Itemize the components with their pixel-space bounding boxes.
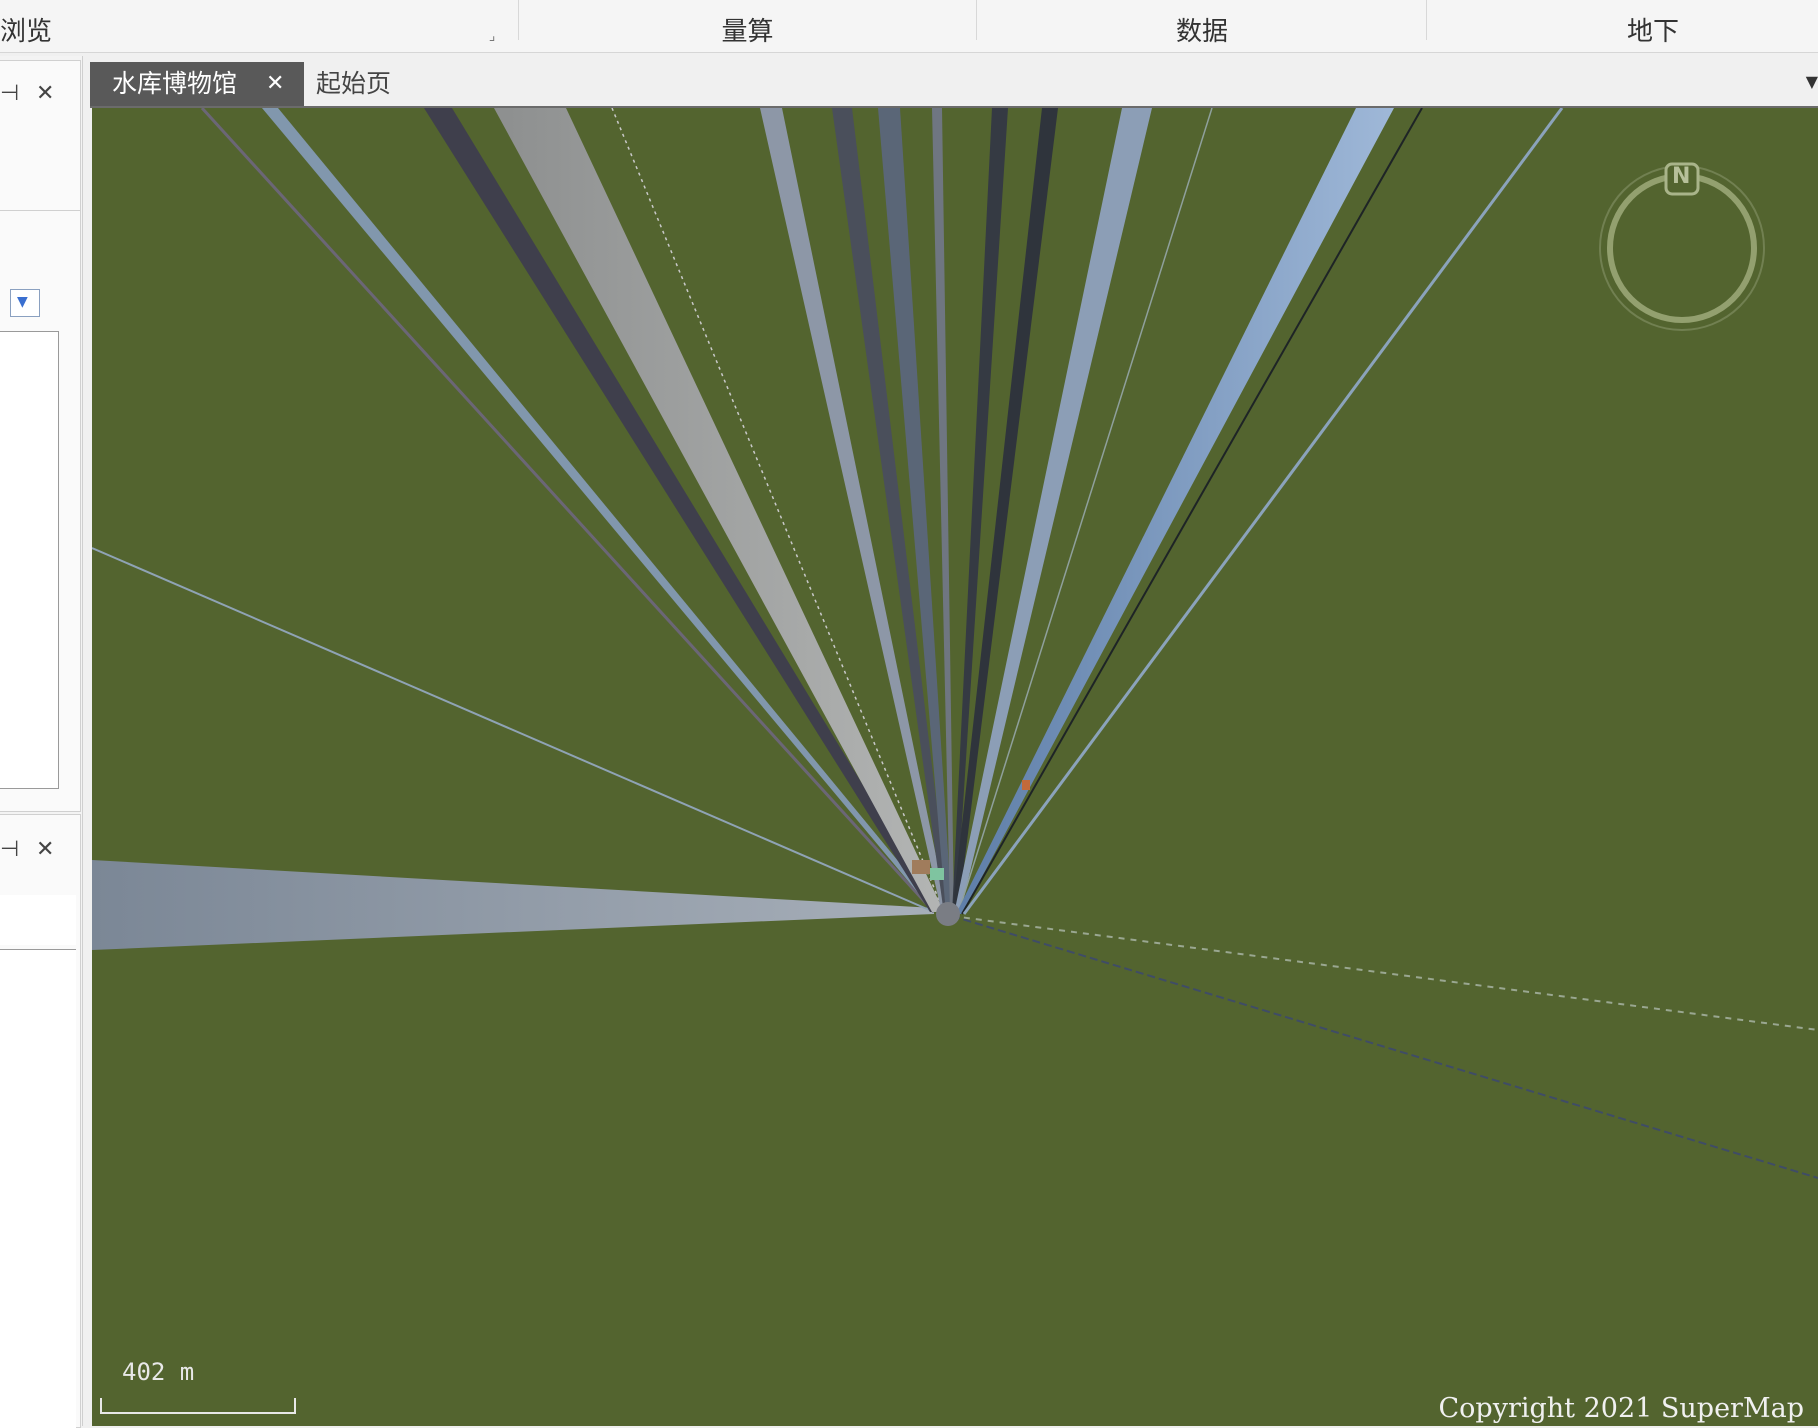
tab-reservoir-museum[interactable]: 水库博物馆 ✕ [90, 62, 304, 106]
scene-ray [951, 915, 1818, 1179]
scene-detail [912, 860, 930, 874]
ribbon-group-label: 数据 [1175, 17, 1228, 47]
compass-widget[interactable]: N [1592, 158, 1772, 338]
dock-panel-top: ⊣ ✕ [0, 60, 81, 212]
tab-start-page[interactable]: 起始页 [304, 62, 424, 106]
ribbon-separator [1426, 0, 1427, 40]
scene-building-wedge [92, 860, 934, 950]
ribbon-group-underground[interactable]: 地下 [1428, 0, 1818, 52]
close-icon[interactable]: ✕ [36, 839, 54, 861]
ribbon-separator [976, 0, 977, 40]
close-icon[interactable]: ✕ [36, 83, 54, 105]
ribbon-group-browse[interactable]: 浏览 ⌟ [0, 0, 500, 52]
dialog-launcher-icon[interactable]: ⌟ [484, 28, 500, 44]
ribbon-group-label: 地下 [1626, 17, 1679, 47]
tab-label: 水库博物馆 [112, 69, 238, 98]
scene-hub [936, 902, 960, 926]
dock-panel-layers: ▼ [0, 210, 81, 812]
pin-icon[interactable]: ⊣ [0, 839, 19, 861]
copyright-text: Copyright 2021 SuperMap [1438, 1393, 1804, 1424]
dropdown-button[interactable]: ▼ [10, 289, 40, 317]
tab-list-dropdown-icon[interactable]: ▼ [1806, 72, 1818, 91]
document-tab-bar: 水库博物馆 ✕ 起始页 ▼ [90, 60, 1818, 108]
compass-north-label: N [1672, 164, 1691, 189]
ribbon-group-label: 浏览 [0, 17, 53, 47]
ribbon-bar: 浏览 ⌟ 量算 数据 地下 [0, 0, 1818, 53]
tab-label: 起始页 [316, 69, 392, 98]
scene-render [92, 108, 1818, 1179]
scene-building-wedge [494, 108, 944, 912]
chevron-down-icon: ▼ [17, 294, 28, 310]
ribbon-separator [518, 0, 519, 40]
dock-panel-bottom: ⊣ ✕ [0, 814, 81, 1428]
scene-ray [92, 547, 935, 913]
ribbon-group-data[interactable]: 数据 [978, 0, 1426, 52]
scene-viewport[interactable]: N 402 m Copyright 2021 SuperMap [92, 108, 1818, 1426]
scene-detail [1022, 780, 1030, 790]
layer-list-box[interactable] [0, 331, 59, 789]
ribbon-group-measure[interactable]: 量算 [520, 0, 975, 52]
scale-bar [100, 1398, 296, 1414]
scene-ray [951, 915, 1818, 1031]
scale-label: 402 m [122, 1358, 195, 1386]
panel-header-area [0, 895, 76, 945]
close-icon[interactable]: ✕ [266, 62, 284, 106]
panel-content-box[interactable] [0, 949, 76, 1428]
ribbon-group-label: 量算 [721, 17, 774, 47]
pin-icon[interactable]: ⊣ [0, 83, 19, 105]
scene-detail [930, 868, 944, 880]
scene-building-wedge [956, 108, 1394, 914]
left-dock: ⊣ ✕ ▼ ⊣ ✕ [0, 56, 83, 1428]
